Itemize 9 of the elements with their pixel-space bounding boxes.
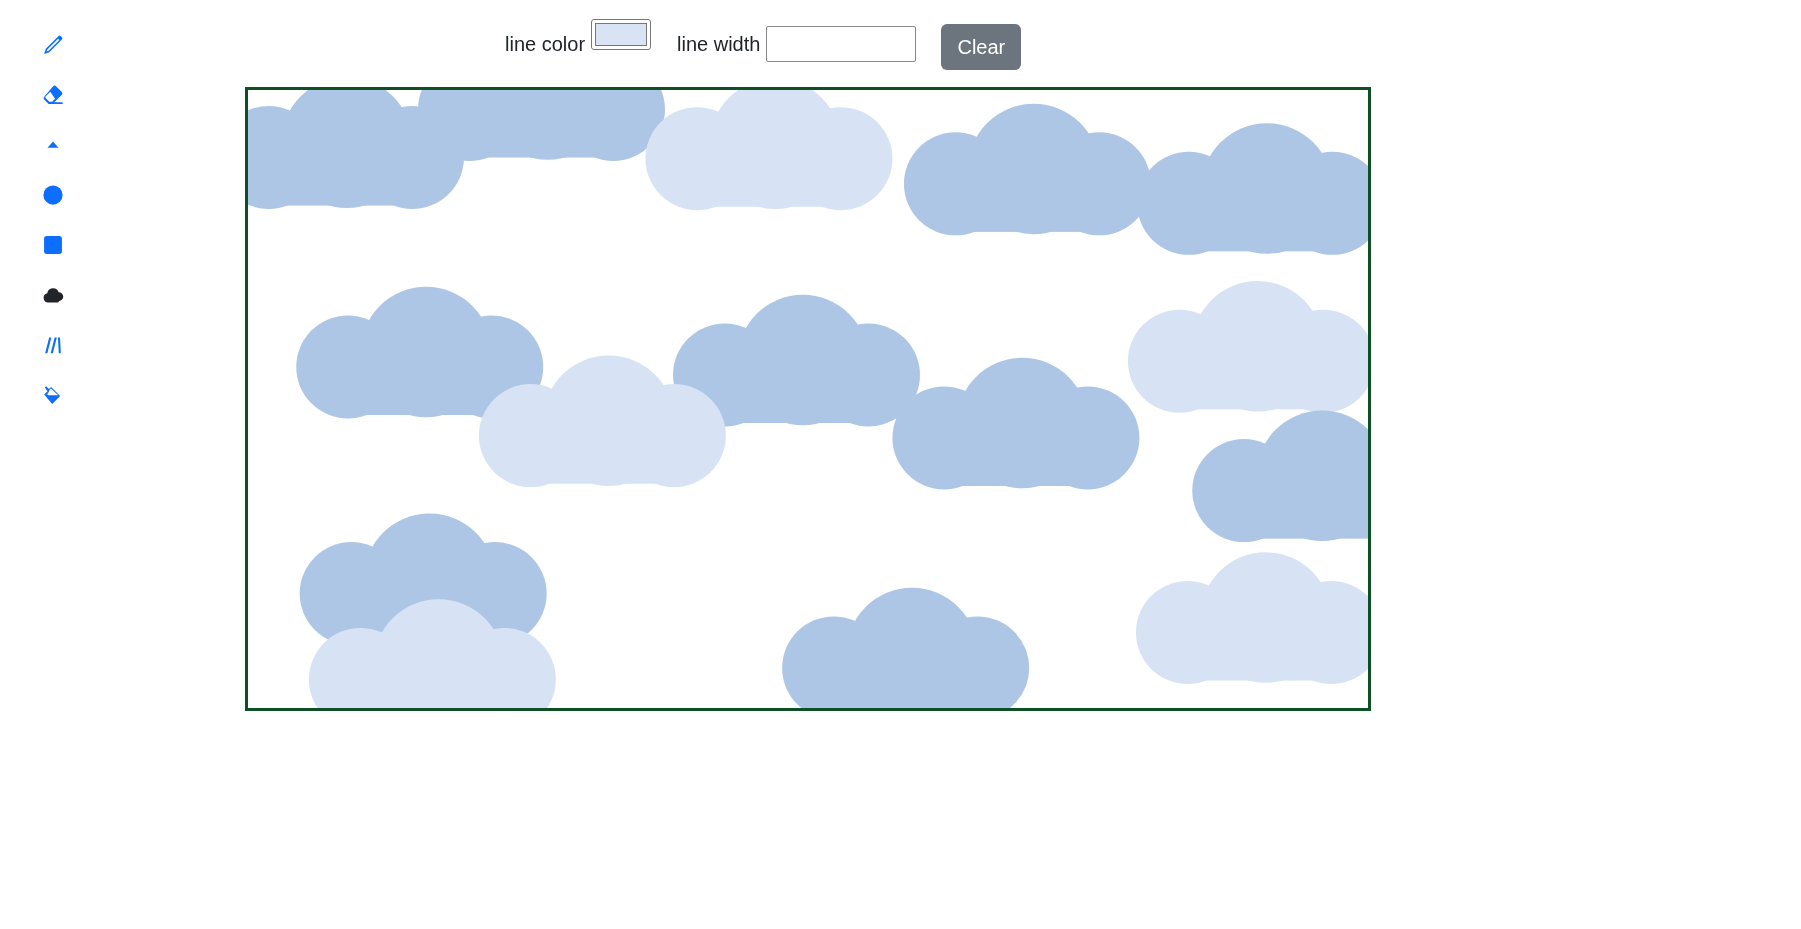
line-width-input[interactable]	[766, 26, 917, 62]
line-color-picker[interactable]	[591, 19, 652, 50]
circle-icon	[42, 183, 64, 206]
eraser-icon	[42, 83, 64, 106]
line-width-label: line width	[677, 32, 761, 56]
square-icon	[42, 233, 64, 256]
clear-button[interactable]: Clear	[941, 24, 1022, 70]
line-color-label: line color	[505, 32, 586, 56]
pencil-icon	[42, 33, 64, 56]
